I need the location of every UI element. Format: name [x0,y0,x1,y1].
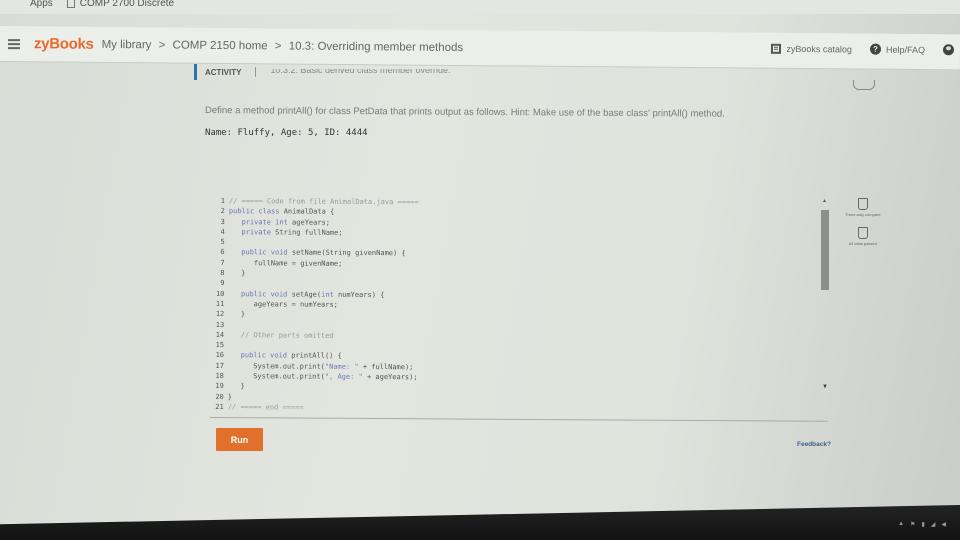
tool-label: Three-way compare [845,212,881,217]
line-number: 16 [215,351,225,360]
page-icon [66,0,75,8]
scrollbar-thumb[interactable] [821,210,829,290]
doc-icon [857,198,868,210]
editor-scrollbar[interactable] [821,204,829,394]
code-text: public class AnimalData { [228,207,335,217]
line-number: 2 [220,207,225,216]
collapse-toggle[interactable] [853,80,875,90]
code-text: public void printAll() { [228,351,342,361]
breadcrumb-section: 10.3: Overriding member methods [288,40,464,54]
line-number: 17 [215,361,224,370]
line-number: 1 [220,197,225,206]
tray-icon: ▲ [898,521,905,527]
scroll-down-arrow-icon[interactable]: ▼ [822,384,828,390]
bookmark-apps[interactable]: Apps [30,0,53,9]
menu-icon[interactable] [7,38,21,49]
line-number: 12 [215,310,225,319]
line-number: 11 [215,300,225,309]
code-text: } [228,310,246,319]
doc-icon [857,227,868,239]
code-text: private int ageYears; [228,217,331,227]
line-number: 13 [215,320,225,329]
zybooks-logo[interactable]: zyBooks [34,35,94,53]
code-text: System.out.print(", Age: " + ageYears); [227,372,418,382]
user-menu[interactable] [942,44,955,56]
flag-icon: ⚑ [910,522,916,528]
instructions: Define a method printAll() for class Pet… [204,105,725,120]
code-text: ageYears = numYears; [228,300,338,309]
breadcrumb-separator: > [158,38,166,51]
line-number: 15 [215,341,225,350]
help-link[interactable]: ? Help/FAQ [869,43,926,55]
line-number: 6 [220,248,225,257]
header-right-nav: zyBooks catalog ? Help/FAQ [771,43,955,56]
wifi-icon: ◢ [930,522,936,528]
line-number: 5 [220,238,225,247]
monitor-bezel: ▲ ⚑ ▮ ◢ ◀ [0,505,960,540]
activity-stripe [194,64,197,80]
compare-tool[interactable]: Three-way compare [845,198,881,217]
tool-label: All tests passed [848,241,877,246]
line-number: 9 [220,279,225,288]
code-text: } [228,269,246,278]
activity-title: 10.3.2: Basic derived class member overr… [270,69,451,75]
breadcrumb-my-library[interactable]: My library [102,38,152,50]
system-tray: ▲ ⚑ ▮ ◢ ◀ [898,521,946,528]
sample-output: Name: Fluffy, Age: 5, ID: 4444 [205,128,368,138]
line-number: 7 [220,258,225,267]
editor-side-tools: Three-way compare All tests passed [845,198,881,246]
line-number: 14 [215,330,225,339]
volume-icon: ◀ [941,522,946,528]
tests-tool[interactable]: All tests passed [849,227,877,246]
divider [255,67,257,77]
code-text: // ===== end ===== [227,403,304,412]
code-text: } [227,382,245,391]
line-number: 10 [215,289,225,298]
bookmark-comp2700[interactable]: COMP 2700 Discrete [66,0,175,9]
user-icon [942,44,955,56]
line-number: 8 [220,269,225,278]
breadcrumb-separator: > [274,39,282,52]
catalog-icon [771,43,782,54]
breadcrumb-course-home[interactable]: COMP 2150 home [173,39,268,52]
help-label: Help/FAQ [885,44,926,55]
battery-icon: ▮ [921,522,925,528]
bookmark-label: Apps [30,0,53,9]
line-number: 4 [220,227,225,236]
line-number: 21 [215,402,224,412]
line-number: 3 [220,217,225,226]
feedback-link[interactable]: Feedback? [797,441,831,448]
catalog-link[interactable]: zyBooks catalog [771,43,852,54]
catalog-label: zyBooks catalog [786,43,853,54]
line-number: 18 [215,372,224,381]
bookmark-label: COMP 2700 Discrete [79,0,175,9]
code-text: // Other parts omitted [228,330,334,340]
code-text: private String fullName; [228,227,343,237]
line-number: 20 [215,392,224,401]
code-text: } [227,392,233,401]
line-number: 19 [215,382,224,391]
code-text: fullName = givenName; [228,258,343,268]
breadcrumb: My library > COMP 2150 home > 10.3: Over… [102,38,468,53]
code-editor[interactable]: 1// ===== Code from file AnimalData.java… [209,196,829,422]
activity-label: ACTIVITY [205,67,242,77]
help-icon: ? [869,43,882,55]
run-button[interactable]: Run [216,428,263,451]
bookmarks-bar: Apps COMP 2700 Discrete [0,0,960,14]
activity-header: ACTIVITY 10.3.2: Basic derived class mem… [194,64,894,80]
